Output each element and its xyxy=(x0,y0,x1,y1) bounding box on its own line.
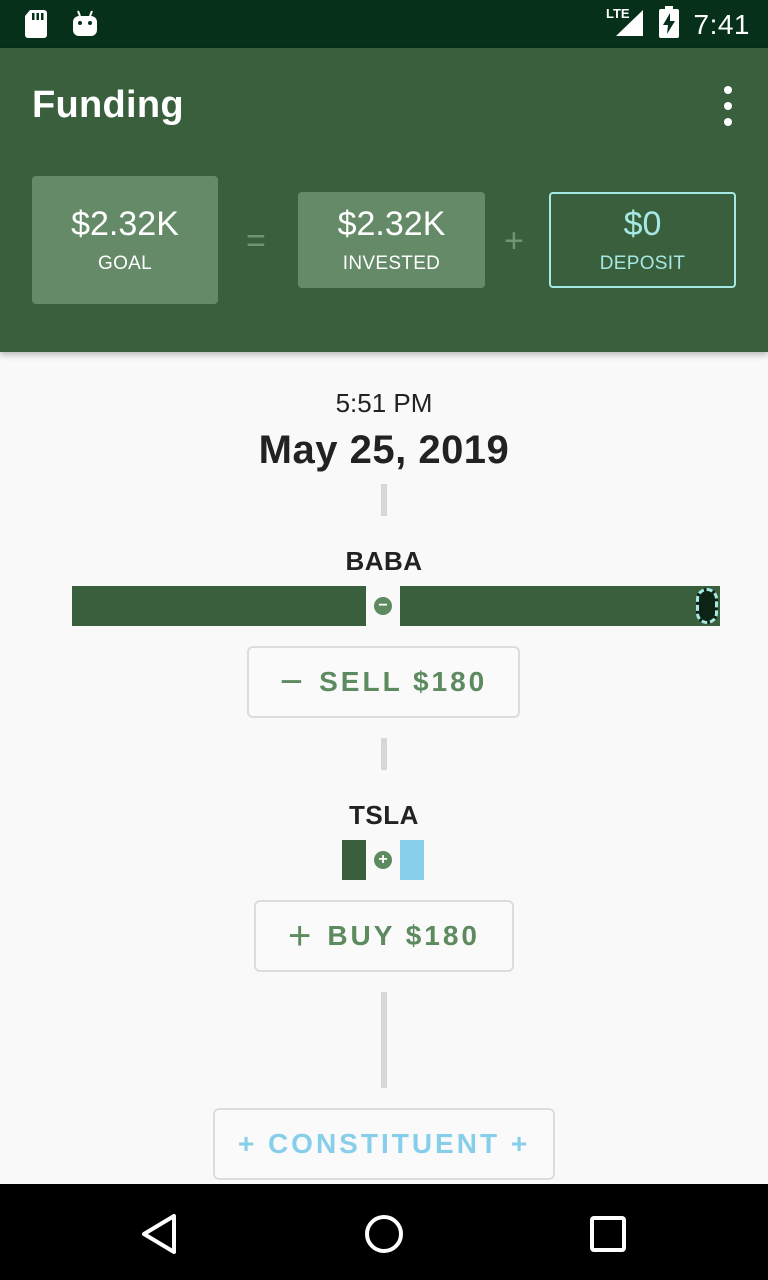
minus-circle-icon: − xyxy=(374,597,392,615)
minus-icon: − xyxy=(279,659,304,704)
equals-sign: = xyxy=(246,222,266,260)
plus-sign: + xyxy=(504,222,524,260)
allocation-bar-target xyxy=(400,840,424,880)
plus-circle-icon: + xyxy=(374,851,392,869)
goal-amount: $2.32K xyxy=(71,205,179,243)
allocation-bar-current xyxy=(72,586,366,626)
allocation-bar-target xyxy=(400,586,720,626)
home-icon[interactable] xyxy=(362,1212,406,1256)
sell-button-label: SELL $180 xyxy=(319,666,488,697)
recents-icon[interactable] xyxy=(586,1212,630,1256)
buy-button-label: BUY $180 xyxy=(327,920,481,951)
timeline-connector xyxy=(381,738,387,770)
timeline-connector xyxy=(381,484,387,516)
status-bar: LTE 7:41 xyxy=(0,0,768,48)
app-bar: Funding $2.32K GOAL = $2.32K INVESTED + … xyxy=(0,48,768,352)
more-vert-icon[interactable] xyxy=(716,86,740,126)
plus-icon: + xyxy=(287,913,312,958)
allocation-bar-current xyxy=(342,840,366,880)
invested-label: INVESTED xyxy=(342,253,441,274)
deposit-label: DEPOSIT xyxy=(599,253,686,274)
invested-amount: $2.32K xyxy=(337,205,446,243)
page-title: Funding xyxy=(32,84,184,126)
ticker-label-baba[interactable]: BABA xyxy=(0,546,768,577)
signal-icon: LTE xyxy=(606,6,644,43)
android-icon xyxy=(72,10,98,43)
drag-handle[interactable] xyxy=(696,588,718,624)
timeline-connector xyxy=(381,992,387,1088)
navigation-bar xyxy=(0,1184,768,1280)
back-icon[interactable] xyxy=(138,1212,182,1256)
timestamp-date: May 25, 2019 xyxy=(258,428,510,472)
deposit-amount: $0 xyxy=(623,205,662,243)
svg-text:LTE: LTE xyxy=(606,6,630,21)
goal-card[interactable]: $2.32K GOAL xyxy=(32,176,218,304)
status-time: 7:41 xyxy=(693,8,750,40)
buy-button[interactable]: + BUY $180 xyxy=(254,900,514,972)
timestamp-time: 5:51 PM xyxy=(335,388,433,418)
battery-charging-icon xyxy=(658,6,680,43)
goal-label: GOAL xyxy=(98,253,152,274)
add-constituent-button[interactable]: + CONSTITUENT + xyxy=(213,1108,555,1180)
ticker-label-tsla[interactable]: TSLA xyxy=(0,800,768,831)
invested-card: $2.32K INVESTED xyxy=(298,192,485,288)
sell-button[interactable]: − SELL $180 xyxy=(247,646,520,718)
deposit-button[interactable]: $0 DEPOSIT xyxy=(549,192,736,288)
sd-card-icon xyxy=(24,10,48,43)
